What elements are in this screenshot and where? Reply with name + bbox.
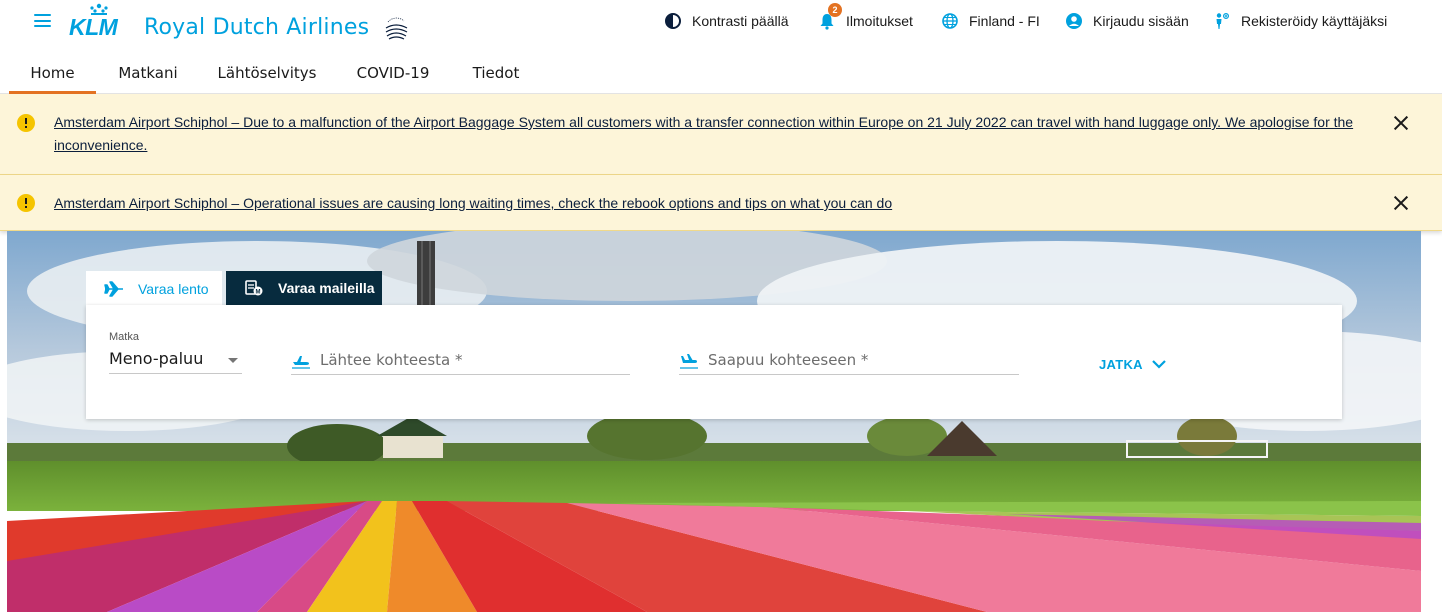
continue-label: JATKA — [1099, 356, 1143, 372]
trip-type-value: Meno-paluu — [109, 349, 204, 368]
tab-lahtoselvitys[interactable]: Lähtöselvitys — [212, 52, 322, 94]
chevron-down-icon — [1152, 360, 1166, 369]
arrival-input[interactable]: Saapuu kohteeseen * — [679, 349, 1019, 375]
bell-icon-wrap: 2 — [818, 3, 842, 30]
tab-book-with-miles[interactable]: M Varaa maileilla — [226, 271, 382, 305]
main-navigation: Home Matkani Lähtöselvitys COVID-19 Tied… — [0, 52, 1442, 94]
contrast-icon — [665, 13, 681, 29]
tab-matkani[interactable]: Matkani — [108, 52, 188, 94]
brand-name: Royal Dutch Airlines — [144, 15, 370, 40]
warning-icon — [17, 114, 35, 132]
close-icon[interactable] — [1393, 115, 1409, 131]
svg-text:M: M — [256, 290, 261, 296]
login-label: Kirjaudu sisään — [1093, 13, 1189, 29]
caret-down-icon — [228, 358, 238, 363]
contrast-toggle[interactable]: Kontrasti päällä — [664, 10, 789, 32]
trip-type-select[interactable]: Meno-paluu — [109, 349, 242, 374]
notifications-button[interactable]: 2 Ilmoitukset — [818, 3, 913, 32]
alert-link[interactable]: Amsterdam Airport Schiphol – Due to a ma… — [54, 111, 1379, 157]
klm-logo[interactable]: KLM Royal Dutch Airlines — [68, 2, 418, 48]
menu-icon[interactable] — [34, 14, 51, 27]
landing-icon — [680, 354, 698, 369]
tab-book-flight-label: Varaa lento — [138, 280, 209, 297]
tab-covid-19[interactable]: COVID-19 — [348, 52, 438, 94]
departure-input[interactable]: Lähtee kohteesta * — [291, 349, 630, 375]
register-person-icon — [1216, 12, 1230, 29]
notification-badge: 2 — [828, 3, 842, 17]
alert-banner-baggage: Amsterdam Airport Schiphol – Due to a ma… — [0, 94, 1442, 175]
tab-tiedot[interactable]: Tiedot — [465, 52, 527, 94]
arrival-placeholder: Saapuu kohteeseen * — [708, 351, 869, 369]
alert-banner-operational: Amsterdam Airport Schiphol – Operational… — [0, 175, 1442, 231]
klm-wordmark: KLM — [69, 14, 118, 40]
trip-type-label: Matka — [109, 331, 139, 343]
top-header: KLM Royal Dutch Airlines Kontrasti pääll… — [0, 0, 1442, 52]
account-icon — [1066, 13, 1082, 29]
tab-home[interactable]: Home — [9, 52, 96, 94]
warning-icon — [17, 194, 35, 212]
tab-book-with-miles-label: Varaa maileilla — [278, 280, 375, 296]
continue-button[interactable]: JATKA — [1099, 354, 1167, 374]
miles-icon: M — [245, 280, 263, 296]
skyteam-logo — [383, 17, 409, 44]
tab-matkani-label: Matkani — [118, 64, 178, 82]
language-label: Finland - FI — [969, 13, 1040, 29]
tab-covid-19-label: COVID-19 — [356, 64, 430, 82]
tab-home-label: Home — [30, 64, 75, 82]
language-selector[interactable]: Finland - FI — [941, 10, 1040, 32]
tab-lahtoselvitys-label: Lähtöselvitys — [217, 64, 317, 82]
register-label: Rekisteröidy käyttäjäksi — [1241, 13, 1388, 29]
globe-icon — [942, 13, 958, 29]
notifications-label: Ilmoitukset — [846, 13, 913, 29]
contrast-label: Kontrasti päällä — [692, 13, 789, 29]
register-button[interactable]: Rekisteröidy käyttäjäksi — [1213, 10, 1387, 32]
takeoff-icon — [292, 356, 310, 369]
tab-book-flight[interactable]: Varaa lento — [86, 271, 222, 306]
close-icon[interactable] — [1393, 195, 1409, 211]
login-button[interactable]: Kirjaudu sisään — [1065, 10, 1189, 32]
plane-icon — [104, 280, 123, 297]
flight-search-widget: Matka Meno-paluu Lähtee kohteesta * Saap… — [86, 305, 1342, 419]
alert-link[interactable]: Amsterdam Airport Schiphol – Operational… — [54, 192, 1354, 215]
tab-tiedot-label: Tiedot — [472, 64, 520, 82]
departure-placeholder: Lähtee kohteesta * — [320, 351, 463, 369]
